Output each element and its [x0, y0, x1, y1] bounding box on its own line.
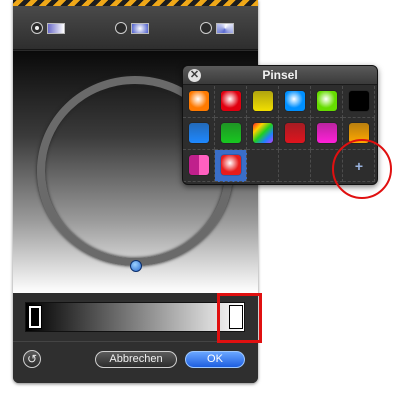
- brush-swatch[interactable]: [311, 118, 343, 150]
- brush-swatch-chip: [189, 123, 209, 143]
- brush-swatch[interactable]: [215, 118, 247, 150]
- gradient-stops-bar[interactable]: [25, 302, 245, 332]
- empty-brush-slot: [279, 150, 311, 182]
- brush-swatch[interactable]: [311, 86, 343, 118]
- brush-swatch-chip: [317, 91, 337, 111]
- radial-gradient-icon: [131, 22, 149, 34]
- brush-swatch-chip: [189, 155, 209, 175]
- brush-swatch-chip: [221, 91, 241, 111]
- close-icon[interactable]: ✕: [188, 69, 201, 82]
- brush-swatch[interactable]: [247, 86, 279, 118]
- cancel-button[interactable]: Abbrechen: [95, 351, 177, 368]
- gradient-type-angle[interactable]: [200, 20, 234, 36]
- brush-swatch-chip: [253, 123, 273, 143]
- brush-swatch-chip: [221, 155, 241, 175]
- brush-swatch[interactable]: [215, 150, 247, 182]
- brush-swatch-chip: [253, 91, 273, 111]
- brush-swatch-chip: [285, 123, 305, 143]
- stage: ↺ Abbrechen OK Pinsel ✕ +: [0, 0, 400, 400]
- highlight-circle: [332, 139, 392, 199]
- angle-gradient-icon: [216, 22, 234, 34]
- brush-swatch[interactable]: [279, 118, 311, 150]
- radio-linear[interactable]: [31, 22, 43, 34]
- ok-button[interactable]: OK: [185, 351, 245, 368]
- brush-swatch-chip: [317, 123, 337, 143]
- linear-gradient-icon: [47, 22, 65, 34]
- brush-swatch[interactable]: [183, 86, 215, 118]
- angle-handle[interactable]: [130, 260, 142, 272]
- brush-swatch-chip: [349, 91, 369, 111]
- reset-icon[interactable]: ↺: [23, 350, 41, 368]
- brush-swatch-chip: [221, 123, 241, 143]
- radio-radial[interactable]: [115, 22, 127, 34]
- brush-swatch[interactable]: [183, 150, 215, 182]
- brush-swatch[interactable]: [343, 86, 375, 118]
- radio-angle[interactable]: [200, 22, 212, 34]
- empty-brush-slot: [247, 150, 279, 182]
- brush-swatch[interactable]: [215, 86, 247, 118]
- brush-swatch[interactable]: [183, 118, 215, 150]
- brush-swatch[interactable]: [247, 118, 279, 150]
- brush-swatch-chip: [285, 91, 305, 111]
- brush-swatch[interactable]: [279, 86, 311, 118]
- popup-title: Pinsel: [183, 66, 377, 85]
- gradient-stop-start[interactable]: [28, 305, 42, 329]
- gradient-type-bar: [13, 6, 258, 50]
- gradient-type-radial[interactable]: [115, 20, 149, 36]
- highlight-rectangle: [217, 293, 262, 343]
- gradient-type-linear[interactable]: [31, 20, 65, 36]
- brush-swatch-chip: [189, 91, 209, 111]
